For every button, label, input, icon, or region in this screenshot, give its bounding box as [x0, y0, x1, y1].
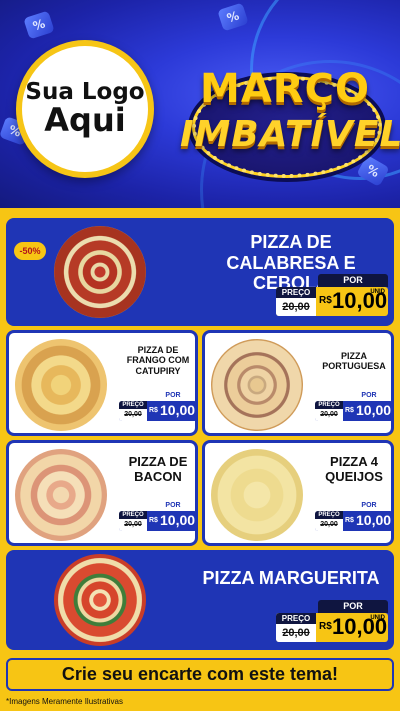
- currency: R$: [319, 621, 332, 632]
- currency: R$: [149, 517, 158, 524]
- price-tag: POR PREÇO 20,00 R$ 10,00: [119, 501, 196, 531]
- old-price: PREÇO 20,00: [119, 511, 147, 531]
- product-name: PIZZA PORTUGUESA: [322, 351, 386, 372]
- price-tag: POR PREÇO 20,00 R$ 10,00: [119, 391, 196, 421]
- price-value: 10,00: [160, 512, 196, 528]
- old-price: PREÇO 20,00: [119, 401, 147, 421]
- pizza-image-bacon: [15, 449, 107, 541]
- pizza-image-calabresa: [54, 226, 146, 318]
- currency: R$: [345, 517, 354, 524]
- pizza-image-4-queijos: [211, 449, 303, 541]
- product-card-4-queijos[interactable]: PIZZA 4 QUEIJOS POR PREÇO 20,00 R$ 10,00: [202, 440, 394, 546]
- percent-chip-icon: %: [23, 10, 55, 40]
- old-price: PREÇO 20,00: [315, 401, 343, 421]
- product-card-marguerita[interactable]: PIZZA MARGUERITA POR PREÇO 20,00 R$ 10,0…: [6, 550, 394, 650]
- por-label: POR: [318, 600, 388, 613]
- por-label: POR: [345, 391, 391, 401]
- footnote: *Imagens Meramente Ilustrativas: [6, 697, 123, 706]
- por-label: POR: [149, 501, 195, 511]
- title-line2: IMBATÍVEL: [180, 114, 400, 155]
- currency: R$: [345, 407, 354, 414]
- product-card-frango[interactable]: PIZZA DE FRANGO COM CATUPIRY POR PREÇO 2…: [6, 330, 198, 436]
- currency: R$: [319, 295, 332, 306]
- price-tag: POR PREÇO 20,00 R$ 10,00 UNID: [276, 600, 388, 642]
- percent-chip-icon: %: [217, 2, 249, 32]
- campaign-title: MARÇO IMBATÍVEL: [180, 58, 400, 178]
- title-line1: MARÇO: [200, 66, 370, 112]
- old-price: PREÇO 20,00: [276, 613, 316, 642]
- product-name: PIZZA MARGUERITA: [202, 568, 380, 588]
- product-name: PIZZA DE FRANGO COM CATUPIRY: [126, 345, 190, 376]
- pizza-image-marguerita: [54, 554, 146, 646]
- por-label: POR: [318, 274, 388, 287]
- discount-badge: -50%: [14, 242, 46, 260]
- pizza-image-frango: [15, 339, 107, 431]
- currency: R$: [149, 407, 158, 414]
- price-tag: POR PREÇO 20,00 R$ 10,00: [315, 501, 392, 531]
- logo-line2: Aqui: [44, 101, 126, 140]
- por-label: POR: [149, 391, 195, 401]
- product-card-bacon[interactable]: PIZZA DE BACON POR PREÇO 20,00 R$ 10,00: [6, 440, 198, 546]
- product-name: PIZZA DE BACON: [128, 454, 188, 484]
- unit-label: UNID: [370, 289, 385, 295]
- price-value: 10,00: [160, 402, 196, 418]
- pizza-image-portuguesa: [211, 339, 303, 431]
- por-label: POR: [345, 501, 391, 511]
- old-price: PREÇO 20,00: [276, 287, 316, 316]
- unit-label: UNID: [370, 615, 385, 621]
- cta-button[interactable]: Crie seu encarte com este tema!: [6, 658, 394, 691]
- price-tag: POR PREÇO 20,00 R$ 10,00: [315, 391, 392, 421]
- product-card-portuguesa[interactable]: PIZZA PORTUGUESA POR PREÇO 20,00 R$ 10,0…: [202, 330, 394, 436]
- header-banner: % % % % Sua Logo Aqui MARÇO IMBATÍVEL: [0, 0, 400, 208]
- price-tag: POR PREÇO 20,00 R$ 10,00 UNID: [276, 274, 388, 316]
- old-price: PREÇO 20,00: [315, 511, 343, 531]
- product-card-calabresa[interactable]: -50% PIZZA DE CALABRESA E CEBOLA POR PRE…: [6, 218, 394, 326]
- product-name: PIZZA 4 QUEIJOS: [325, 454, 383, 484]
- price-value: 10,00: [356, 402, 392, 418]
- logo-placeholder: Sua Logo Aqui: [16, 40, 154, 178]
- price-value: 10,00: [356, 512, 392, 528]
